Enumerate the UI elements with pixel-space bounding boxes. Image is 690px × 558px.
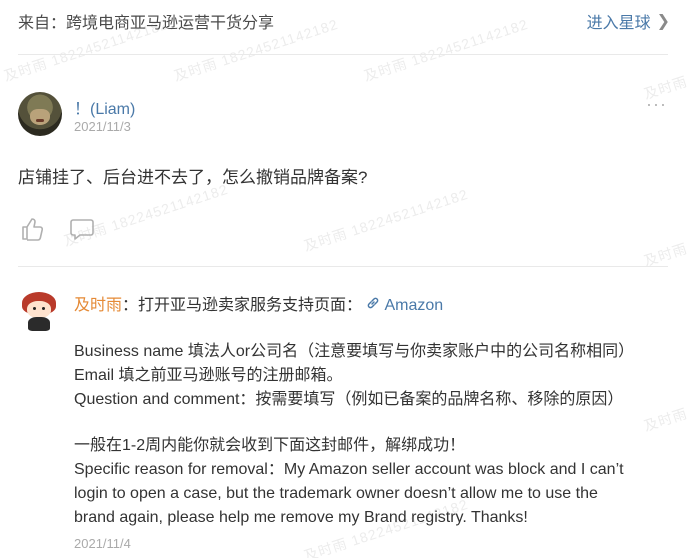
join-planet-link[interactable]: 进入星球 ❯ — [587, 9, 670, 33]
divider — [18, 54, 668, 55]
divider — [18, 266, 668, 267]
comment: 及时雨：打开亚马逊卖家服务支持页面： Amazon Business name … — [74, 294, 674, 530]
avatar-face — [27, 301, 51, 318]
comment-author[interactable]: 及时雨 — [74, 297, 122, 314]
watermark: 及时雨 18224521142182 — [301, 185, 471, 255]
avatar-mouth — [36, 119, 44, 122]
link-icon — [368, 297, 379, 309]
comment-line: login to open a case, but the trademark … — [74, 485, 598, 502]
avatar[interactable] — [18, 92, 62, 136]
comment-line: brand again, please help me remove my Br… — [74, 509, 528, 526]
amazon-link[interactable]: Amazon — [366, 297, 443, 314]
comment-line: 一般在1-2周内能你就会收到下面这封邮件，解绑成功！ — [74, 437, 466, 454]
source-bar: 来自：跨境电商亚马逊运营干货分享 进入星球 ❯ — [18, 8, 670, 34]
comment-date: 2021/11/4 — [74, 536, 131, 551]
avatar-eye — [33, 307, 36, 310]
amazon-link-label: Amazon — [384, 297, 444, 314]
post-actions — [20, 216, 94, 242]
watermark: 及时雨 18224521142182 — [641, 201, 690, 270]
comment-intro: ：打开亚马逊卖家服务支持页面： — [122, 297, 363, 314]
post-body: 店铺挂了、后台进不去了，怎么撤销品牌备案? — [18, 168, 368, 187]
comment-line: Specific reason for removal：My Amazon se… — [74, 461, 624, 478]
source-label: 来自：跨境电商亚马逊运营干货分享 — [18, 15, 275, 32]
chevron-right-icon: ❯ — [656, 13, 670, 30]
avatar[interactable] — [18, 290, 62, 334]
comment-line: Email 填之前亚马逊账号的注册邮箱。 — [74, 367, 343, 384]
comment-first-line: 及时雨：打开亚马逊卖家服务支持页面： Amazon — [74, 294, 674, 318]
join-planet-label: 进入星球 — [586, 15, 651, 32]
post-date: 2021/11/3 — [74, 119, 131, 134]
more-dots-icon[interactable]: ··· — [646, 94, 667, 115]
avatar-body — [28, 317, 50, 331]
post-author[interactable]: ！(Liam) — [74, 95, 135, 119]
comment-line: Question and comment：按需要填写（例如已备案的品牌名称、移除… — [74, 391, 624, 408]
comment-line: Business name 填法人or公司名（注意要填写与你卖家账户中的公司名称… — [74, 343, 635, 360]
comment-line — [74, 412, 674, 434]
avatar-eye — [42, 307, 45, 310]
comment-bubble-icon[interactable] — [70, 216, 94, 242]
avatar-face — [30, 109, 50, 125]
thumbs-up-icon[interactable] — [20, 216, 44, 242]
